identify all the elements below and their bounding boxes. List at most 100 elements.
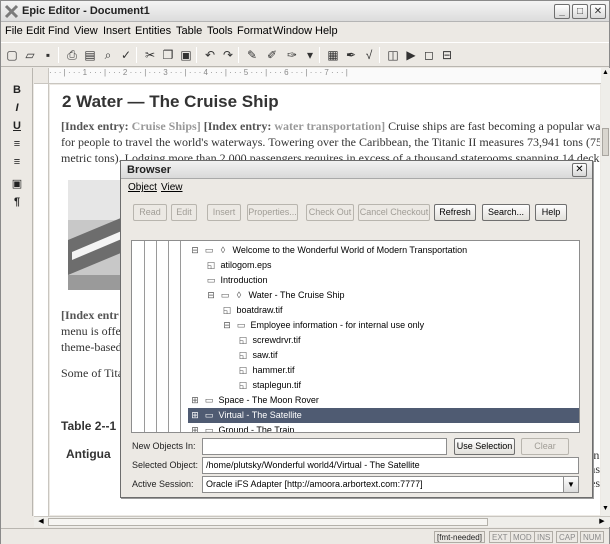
print-preview-icon[interactable]: ▤: [82, 47, 98, 63]
table-icon[interactable]: ▦: [325, 47, 341, 63]
title-bar: Epic Editor - Document1 _ □ ✕: [1, 1, 609, 22]
check-out-button[interactable]: Check Out: [306, 204, 354, 221]
numbered-list-button[interactable]: ≡: [9, 136, 25, 152]
equation-icon[interactable]: √: [361, 47, 377, 63]
bold-button[interactable]: B: [9, 82, 25, 98]
menu-view[interactable]: View: [74, 25, 98, 37]
toolbar-separator: [379, 47, 380, 63]
new-icon[interactable]: ▢: [4, 47, 20, 63]
close-button[interactable]: ✕: [590, 4, 606, 19]
paste-icon[interactable]: ▣: [178, 47, 194, 63]
scroll-up-arrow[interactable]: ▲: [601, 68, 610, 78]
redo-icon[interactable]: ↷: [220, 47, 236, 63]
bulleted-list-button[interactable]: ≡: [9, 154, 25, 170]
find-icon[interactable]: ⌕: [100, 47, 116, 63]
active-session-select[interactable]: Oracle iFS Adapter [http://amoora.arbort…: [202, 476, 579, 493]
tree-item[interactable]: ▭ Introduction: [204, 273, 268, 288]
horizontal-scrollbar[interactable]: ◀ ▶: [34, 516, 610, 527]
tags-off-icon[interactable]: ⊟: [439, 47, 455, 63]
print-icon[interactable]: ⎙: [64, 47, 80, 63]
status-bar: [fmt-needed] EXT MOD INS CAP NUM: [1, 528, 609, 544]
preview-icon[interactable]: ◫: [385, 47, 401, 63]
scroll-left-arrow[interactable]: ◀: [36, 517, 46, 527]
help-button[interactable]: Help: [535, 204, 567, 221]
insert-markup-icon[interactable]: ✎: [244, 47, 260, 63]
new-objects-field[interactable]: [202, 438, 447, 455]
spell-check-icon[interactable]: ✓: [118, 47, 134, 63]
minimize-button[interactable]: _: [554, 4, 570, 19]
tree-item[interactable]: ◱ saw.tif: [236, 348, 278, 363]
tree-item[interactable]: ⊟ ▭ ◊ Welcome to the Wonderful World of Mo…: [188, 243, 467, 258]
menu-help[interactable]: Help: [315, 25, 338, 37]
menu-table[interactable]: Table: [176, 25, 202, 37]
properties-button[interactable]: Properties...: [247, 204, 298, 221]
clear-button[interactable]: Clear: [521, 438, 569, 455]
tree-item[interactable]: ◱ staplegun.tif: [236, 378, 301, 393]
copy-icon[interactable]: ❐: [160, 47, 176, 63]
world-icon: ◊: [236, 290, 242, 300]
tree-item[interactable]: ⊟ ▭ ◊ Water - The Cruise Ship: [204, 288, 344, 303]
menu-file[interactable]: File: [5, 25, 23, 37]
use-selection-button[interactable]: Use Selection: [454, 438, 515, 455]
paragraph-button[interactable]: ¶: [9, 194, 25, 210]
menu-tools[interactable]: Tools: [207, 25, 233, 37]
insert-graphic-icon[interactable]: ✒: [343, 47, 359, 63]
change-markup-icon[interactable]: ✐: [264, 47, 280, 63]
search-button[interactable]: Search...: [482, 204, 530, 221]
undo-icon[interactable]: ↶: [202, 47, 218, 63]
tree-item[interactable]: ⊞ ▭ Ground - The Train: [188, 423, 294, 432]
vertical-scrollbar[interactable]: ▲ ▼: [601, 68, 610, 516]
save-icon[interactable]: ▪: [40, 47, 56, 63]
split-markup-icon[interactable]: ✑: [284, 47, 300, 63]
selected-object-field[interactable]: /home/plutsky/Wonderful world4/Virtual -…: [202, 457, 579, 474]
chevron-down-icon[interactable]: ▼: [563, 477, 578, 492]
menu-insert[interactable]: Insert: [103, 25, 131, 37]
scroll-down-arrow[interactable]: ▼: [601, 504, 610, 514]
tree-item-selected[interactable]: ⊞ ▭ Virtual - The Satellite: [188, 408, 579, 423]
tree-item[interactable]: ⊟ ▭ Employee information - for internal u…: [220, 318, 424, 333]
dialog-close-button[interactable]: ✕: [572, 163, 587, 177]
context-icon[interactable]: ▶: [403, 47, 419, 63]
section-heading: 2 Water — The Cruise Ship: [62, 92, 279, 111]
refresh-button[interactable]: Refresh: [434, 204, 476, 221]
status-ins: INS: [534, 531, 554, 543]
tree-guide-line: [168, 241, 169, 432]
insert-button[interactable]: Insert: [207, 204, 241, 221]
scroll-thumb[interactable]: [48, 518, 488, 526]
tree-item[interactable]: ◱ atilogom.eps: [204, 258, 272, 273]
open-icon[interactable]: ▱: [22, 47, 38, 63]
read-button[interactable]: Read: [133, 204, 167, 221]
tree-guide-line: [180, 241, 181, 432]
tags-on-icon[interactable]: ◻: [421, 47, 437, 63]
menu-edit[interactable]: Edit: [26, 25, 45, 37]
toolbar-separator: [136, 47, 137, 63]
menu-find[interactable]: Find: [48, 25, 69, 37]
tree-item[interactable]: ◱ hammer.tif: [236, 363, 295, 378]
dialog-menu-object[interactable]: Object: [128, 182, 157, 193]
dialog-menu-view[interactable]: View: [161, 182, 183, 193]
underline-button[interactable]: U: [9, 118, 25, 134]
edit-button[interactable]: Edit: [171, 204, 197, 221]
scroll-thumb[interactable]: [602, 128, 609, 156]
scroll-right-arrow[interactable]: ▶: [597, 517, 607, 527]
table-cell-antigua: Antigua: [66, 447, 111, 461]
tree-item[interactable]: ◱ screwdrvr.tif: [236, 333, 301, 348]
index-entry-value: Cruise Ships]: [131, 119, 201, 133]
folder-icon: ▭: [204, 395, 214, 405]
italic-button[interactable]: I: [9, 100, 25, 116]
markup-dropdown-icon[interactable]: ▾: [302, 47, 318, 63]
tree-item[interactable]: ◱ boatdraw.tif: [220, 303, 283, 318]
repository-tree[interactable]: ⊟ ▭ ◊ Welcome to the Wonderful World of Mo…: [131, 240, 580, 433]
menu-format[interactable]: Format: [237, 25, 272, 37]
cancel-checkout-button[interactable]: Cancel Checkout: [358, 204, 430, 221]
menu-bar: File Edit Find View Insert Entities Tabl…: [1, 22, 609, 41]
menu-entities[interactable]: Entities: [135, 25, 171, 37]
menu-window[interactable]: Window: [273, 25, 312, 37]
cut-icon[interactable]: ✂: [142, 47, 158, 63]
partial-text-theme: theme-based,: [61, 340, 125, 354]
selected-object-label: Selected Object:: [132, 460, 199, 470]
graphic-button[interactable]: ▣: [9, 176, 25, 192]
maximize-button[interactable]: □: [572, 4, 588, 19]
epic-app-icon: [4, 4, 19, 19]
tree-item[interactable]: ⊞ ▭ Space - The Moon Rover: [188, 393, 319, 408]
